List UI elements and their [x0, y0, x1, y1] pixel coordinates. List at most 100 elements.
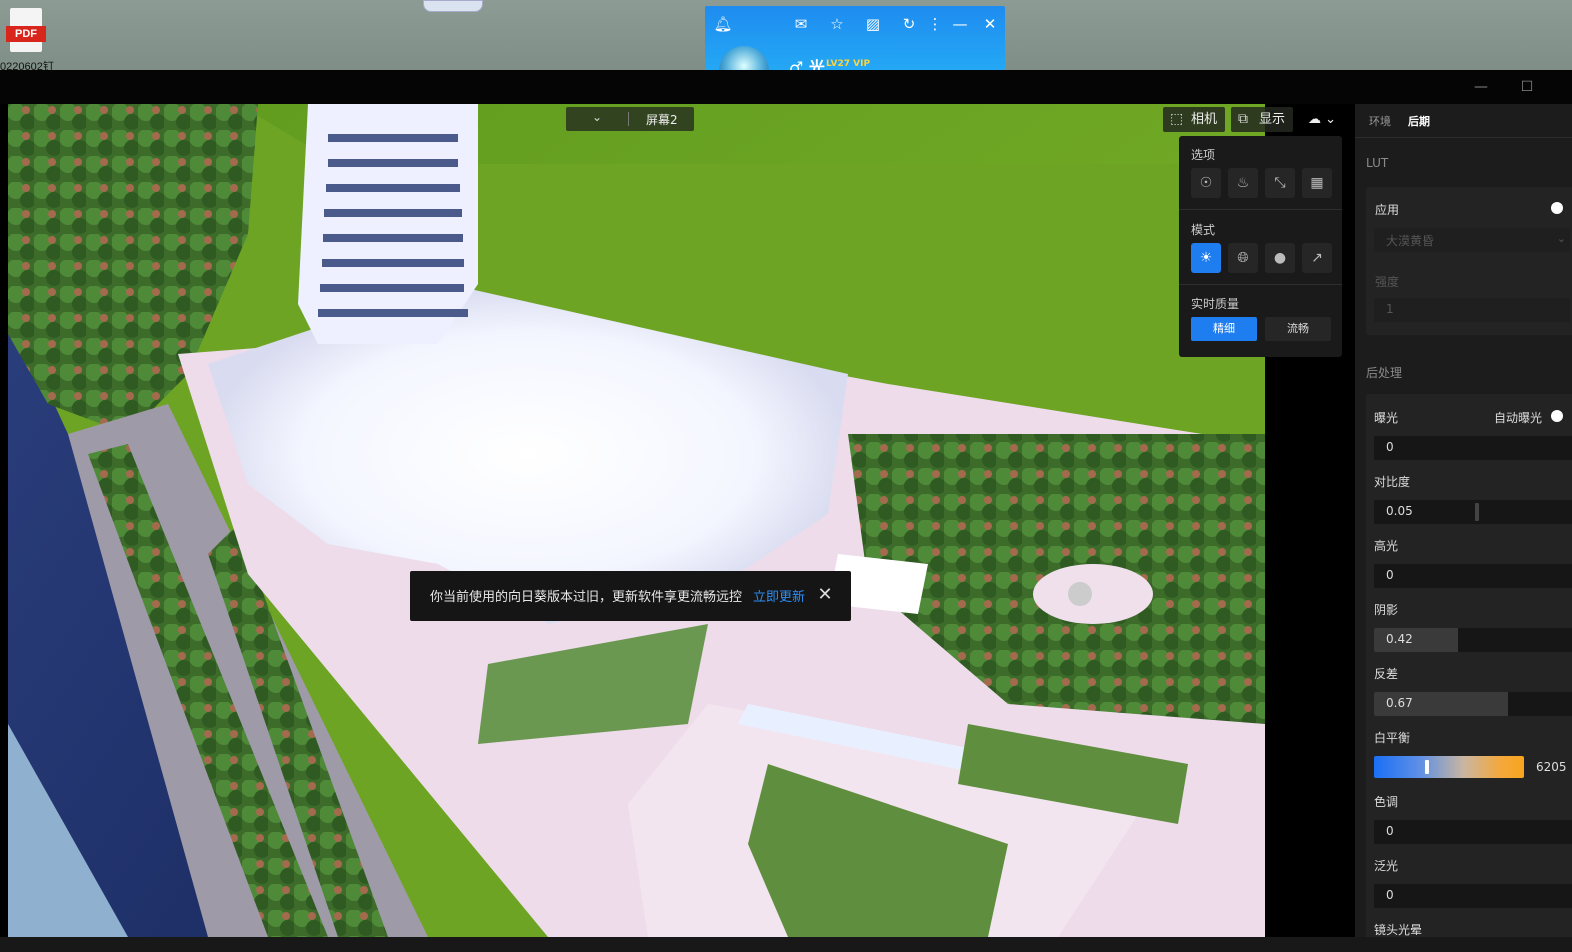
- camera-button[interactable]: ⬚ 相机: [1163, 107, 1226, 132]
- display-options-panel: 选项 ☉ ♨ ⤡ ▦ 模式 ☀ 🌐︎ ● ↗ 实时质量 精细 流畅: [1179, 136, 1342, 357]
- tab-post[interactable]: 后期: [1408, 113, 1430, 129]
- tint-label: 色调: [1374, 795, 1399, 809]
- shadow-value: 0.42: [1386, 632, 1413, 646]
- toast-message: 你当前使用的向日葵版本过旧，更新软件享更流畅远控: [430, 590, 743, 605]
- options-row: ☉ ♨ ⤡ ▦: [1191, 168, 1333, 198]
- lut-apply-toggle[interactable]: [1551, 202, 1563, 214]
- display-label: 显示: [1259, 112, 1286, 127]
- lut-title: LUT: [1366, 156, 1389, 170]
- star-icon[interactable]: ☆: [827, 14, 847, 34]
- update-toast: 你当前使用的向日葵版本过旧，更新软件享更流畅远控 立即更新 ✕: [410, 571, 851, 621]
- update-now-link[interactable]: 立即更新: [753, 586, 805, 605]
- quality-title: 实时质量: [1191, 297, 1240, 311]
- refresh-icon[interactable]: ↻: [899, 14, 919, 34]
- strength-field[interactable]: 1: [1374, 298, 1570, 322]
- maximize-button[interactable]: ☐: [1514, 76, 1540, 98]
- qq-nickname: ♂ 光: [789, 58, 825, 70]
- app-window: — ☐ ⌄ 屏幕2 ⬚ 相机 ⧉ 显示 ☁ ⌄ 选项 ☉ ♨ ⤡ ▦ 模式 ☀ …: [0, 70, 1572, 952]
- bottom-strip: [0, 937, 1572, 952]
- render-viewport[interactable]: ⌄ 屏幕2: [8, 104, 1265, 937]
- close-icon[interactable]: ✕: [815, 583, 835, 607]
- camera-frame-icon: ⬚: [1170, 111, 1184, 127]
- fire-icon[interactable]: ♨: [1228, 168, 1258, 198]
- slider-handle[interactable]: [1425, 760, 1429, 774]
- exposure-field[interactable]: 0: [1374, 436, 1572, 460]
- shadow-slider[interactable]: 0.42: [1374, 628, 1572, 652]
- screen: PDF 0220602钉 🔔︎ ✉ ☆ ▨ ↻ ⋮ — ✕ ♂ 光 LV27 V…: [0, 0, 1572, 952]
- lut-preset-value: 大漠黄昏: [1386, 234, 1435, 248]
- lut-preset-select[interactable]: 大漠黄昏 ⌄: [1374, 228, 1570, 252]
- auto-exposure-toggle[interactable]: [1551, 410, 1563, 422]
- minimize-icon[interactable]: —: [950, 14, 970, 34]
- auto-exposure-label: 自动曝光: [1494, 411, 1543, 425]
- shadow-label: 阴影: [1374, 603, 1399, 617]
- title-bar: — ☐: [0, 70, 1572, 104]
- options-title: 选项: [1191, 148, 1216, 162]
- exposure-value: 0: [1386, 440, 1394, 454]
- remote-control-handle[interactable]: [423, 0, 483, 12]
- post-title: 后处理: [1366, 366, 1403, 380]
- pdf-file-icon[interactable]: PDF: [6, 8, 46, 54]
- more-icon[interactable]: ⋮: [925, 14, 945, 34]
- weather-icon: ☁ ⌄: [1308, 112, 1337, 127]
- divider: [1179, 284, 1342, 285]
- level-badge: LV27 VIP: [826, 59, 871, 69]
- reflection-slider[interactable]: 0.67: [1374, 692, 1572, 716]
- mode-title: 模式: [1191, 223, 1216, 237]
- globe-icon[interactable]: 🌐︎: [1228, 243, 1258, 273]
- weather-dropdown[interactable]: ☁ ⌄: [1300, 107, 1344, 132]
- contrast-value: 0.05: [1386, 504, 1413, 518]
- white-balance-value: 6205: [1536, 760, 1567, 774]
- shirt-icon[interactable]: ▨: [863, 14, 883, 34]
- quality-fine-button[interactable]: 精细: [1191, 317, 1257, 341]
- camera-label: 相机: [1191, 112, 1218, 127]
- highlight-field[interactable]: 0: [1374, 564, 1572, 588]
- contrast-slider[interactable]: 0.05: [1374, 500, 1572, 524]
- lens-flare-label: 镜头光晕: [1374, 923, 1423, 937]
- reflection-label: 反差: [1374, 667, 1399, 681]
- contrast-label: 对比度: [1374, 475, 1411, 489]
- avatar[interactable]: [719, 46, 769, 70]
- bloom-field[interactable]: 0: [1374, 884, 1572, 908]
- path-icon[interactable]: ⤡: [1265, 168, 1295, 198]
- display-button[interactable]: ⧉ 显示: [1231, 107, 1294, 132]
- settings-panel: 环境 后期 LUT 应用 大漠黄昏 ⌄ 强度 1 后处理 曝光 自动曝光 0 对…: [1355, 104, 1572, 952]
- strength-value: 1: [1386, 302, 1394, 316]
- scene-render: [8, 104, 1265, 937]
- tint-value: 0: [1386, 824, 1394, 838]
- lut-section: 应用 大漠黄昏 ⌄ 强度 1: [1366, 187, 1572, 335]
- minimize-button[interactable]: —: [1468, 76, 1494, 98]
- strength-label: 强度: [1375, 275, 1400, 289]
- tab-environment[interactable]: 环境: [1369, 113, 1391, 129]
- mode-row: ☀ 🌐︎ ● ↗: [1191, 243, 1333, 273]
- bloom-label: 泛光: [1374, 859, 1399, 873]
- chevron-down-icon: ⌄: [592, 110, 603, 124]
- chevron-down-icon: ⌄: [1556, 232, 1566, 245]
- close-icon[interactable]: ✕: [980, 14, 1000, 34]
- lut-apply-label: 应用: [1375, 203, 1400, 217]
- desktop-background: PDF 0220602钉 🔔︎ ✉ ☆ ▨ ↻ ⋮ — ✕ ♂ 光 LV27 V…: [0, 0, 1572, 73]
- screen-selector[interactable]: ⌄ 屏幕2: [566, 107, 694, 131]
- slider-handle[interactable]: [1475, 503, 1479, 521]
- reflection-value: 0.67: [1386, 696, 1413, 710]
- highlight-value: 0: [1386, 568, 1394, 582]
- sphere-icon[interactable]: ●: [1265, 243, 1295, 273]
- tint-field[interactable]: 0: [1374, 820, 1572, 844]
- qq-window: 🔔︎ ✉ ☆ ▨ ↻ ⋮ — ✕ ♂ 光 LV27 VIP: [705, 6, 1005, 70]
- bloom-value: 0: [1386, 888, 1394, 902]
- quality-smooth-button[interactable]: 流畅: [1265, 317, 1331, 341]
- sun-icon[interactable]: ☀: [1191, 243, 1221, 273]
- white-balance-label: 白平衡: [1374, 731, 1411, 745]
- panel-tabs: 环境 后期: [1355, 104, 1572, 138]
- bell-icon[interactable]: 🔔︎: [713, 14, 733, 34]
- divider: [1179, 209, 1342, 210]
- quality-row: 精细 流畅: [1191, 317, 1333, 347]
- walk-icon[interactable]: ↗: [1302, 243, 1332, 273]
- display-icon: ⧉: [1238, 111, 1248, 127]
- mail-icon[interactable]: ✉: [791, 14, 811, 34]
- white-balance-slider[interactable]: [1374, 756, 1524, 778]
- bulb-icon[interactable]: ☉: [1191, 168, 1221, 198]
- screen-selector-label: 屏幕2: [646, 113, 678, 127]
- pdf-badge: PDF: [6, 26, 46, 42]
- grid-icon[interactable]: ▦: [1302, 168, 1332, 198]
